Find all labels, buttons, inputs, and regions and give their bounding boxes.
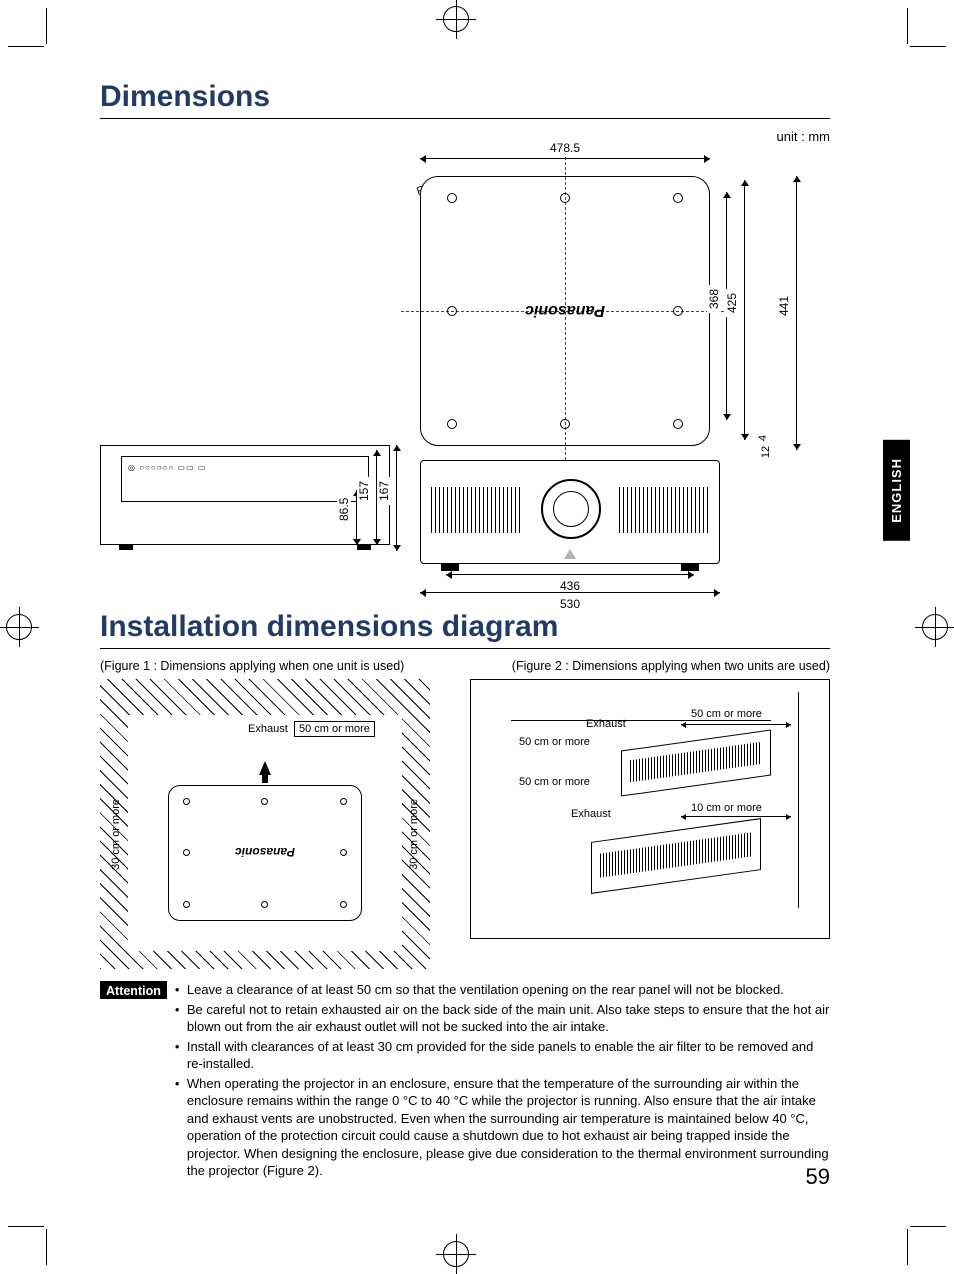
foot-icon <box>119 544 133 550</box>
attention-item: Leave a clearance of at least 50 cm so t… <box>175 981 830 999</box>
mount-hole-icon <box>673 193 683 203</box>
crop-mark <box>46 8 47 44</box>
page-number: 59 <box>806 1164 830 1190</box>
dimension-530: 530 <box>420 592 720 604</box>
arrow-up-icon <box>259 761 271 775</box>
page-content: Dimensions unit : mm 478.5 R30 Panasonic… <box>100 80 830 1182</box>
mount-hole-icon <box>261 901 268 908</box>
mount-hole-icon <box>183 849 190 856</box>
mount-hole-icon <box>673 419 683 429</box>
heading-installation: Installation dimensions diagram <box>100 610 830 649</box>
clearance-50-label: 50 cm or more <box>519 736 590 748</box>
crop-mark <box>907 8 908 44</box>
exhaust-label: Exhaust <box>571 808 611 820</box>
figure-captions: (Figure 1 : Dimensions applying when one… <box>100 659 830 673</box>
attention-list: Leave a clearance of at least 50 cm so t… <box>175 981 830 1182</box>
mount-hole-icon <box>673 306 683 316</box>
crop-mark <box>8 46 44 47</box>
registration-mark <box>443 1241 469 1267</box>
dimension-425: 425 <box>744 180 756 440</box>
dimension-value: 86.5 <box>337 493 351 524</box>
grille-icon <box>630 742 762 783</box>
dimension-12: 12 <box>760 446 772 458</box>
mount-hole-icon <box>340 901 347 908</box>
clearance-30-left: 30 cm or more <box>110 799 122 870</box>
crop-mark <box>910 46 946 47</box>
dimension-value: 157 <box>357 476 371 504</box>
projector-iso-lower <box>591 818 761 894</box>
exhaust-label: Exhaust <box>246 723 290 735</box>
rear-panel: ◎ ○○○○○○ ▭▭ ▭ <box>121 456 369 502</box>
grille-icon <box>431 487 521 533</box>
mount-hole-icon <box>340 849 347 856</box>
mount-hole-icon <box>183 798 190 805</box>
projector-top-icon: Panasonic <box>168 785 362 921</box>
top-view-diagram: Panasonic <box>420 176 710 446</box>
dimension-436: 436 <box>446 574 694 586</box>
clearance-area: Exhaust 50 cm or more Panasonic <box>128 715 402 951</box>
mount-hole-icon <box>447 193 457 203</box>
attention-item: Be careful not to retain exhausted air o… <box>175 1001 830 1036</box>
triangle-icon <box>564 549 576 559</box>
mount-hole-icon <box>447 419 457 429</box>
mount-hole-icon <box>340 798 347 805</box>
front-view-diagram <box>420 460 720 564</box>
heading-dimensions: Dimensions <box>100 80 830 119</box>
installation-diagrams: Exhaust 50 cm or more Panasonic 30 cm or… <box>100 679 830 969</box>
clearance-30-right: 30 cm or more <box>408 799 420 870</box>
dimension-value: 436 <box>556 579 584 593</box>
attention-block: Attention Leave a clearance of at least … <box>100 981 830 1182</box>
unit-label: unit : mm <box>100 129 830 144</box>
dimension-value: 530 <box>556 597 584 611</box>
mount-hole-icon <box>560 193 570 203</box>
clearance-50-label: 50 cm or more <box>294 721 375 737</box>
dimension-value: 425 <box>725 289 739 317</box>
clearance-50-label: 50 cm or more <box>519 776 590 788</box>
grille-icon <box>619 487 709 533</box>
dimension-4: 4 <box>757 435 769 441</box>
foot-icon <box>441 563 459 571</box>
figure-1: Exhaust 50 cm or more Panasonic 30 cm or… <box>100 679 430 969</box>
dimension-line <box>681 724 791 725</box>
exhaust-label: Exhaust <box>586 718 626 730</box>
dimension-value: 478.5 <box>546 141 584 155</box>
mount-hole-icon <box>183 901 190 908</box>
brand-logo: Panasonic <box>169 845 361 859</box>
mount-hole-icon <box>560 419 570 429</box>
enclosure-edge <box>511 720 771 721</box>
brand-logo: Panasonic <box>421 301 709 319</box>
mount-hole-icon <box>261 798 268 805</box>
fig1-caption: (Figure 1 : Dimensions applying when one… <box>100 659 404 673</box>
lens-icon <box>541 479 601 539</box>
dimension-line <box>681 816 791 817</box>
dimension-value: 368 <box>707 285 721 313</box>
dimension-167: 167 <box>396 445 408 551</box>
registration-mark <box>6 614 32 640</box>
attention-item: Install with clearances of at least 30 c… <box>175 1038 830 1073</box>
crop-mark <box>907 1229 908 1265</box>
registration-mark <box>443 6 469 32</box>
ports-icon: ◎ ○○○○○○ ▭▭ ▭ <box>128 463 206 472</box>
attention-badge: Attention <box>100 981 167 999</box>
clearance-10-label: 10 cm or more <box>691 802 762 814</box>
dimension-value: 441 <box>777 292 791 320</box>
foot-icon <box>681 563 699 571</box>
crop-mark <box>46 1229 47 1265</box>
mount-hole-icon <box>447 306 457 316</box>
dimension-value: 167 <box>377 477 391 505</box>
dimension-441: 441 <box>796 176 808 450</box>
clearance-50-label: 50 cm or more <box>691 708 762 720</box>
figure-2: Exhaust 50 cm or more 50 cm or more 50 c… <box>470 679 830 939</box>
registration-mark <box>922 614 948 640</box>
dimension-diagrams: 478.5 R30 Panasonic 368 425 441 4 12 <box>100 150 830 590</box>
fig2-caption: (Figure 2 : Dimensions applying when two… <box>512 659 830 673</box>
grille-icon <box>600 832 752 877</box>
crop-mark <box>8 1226 44 1227</box>
language-tab: ENGLISH <box>883 440 910 541</box>
enclosure-edge <box>798 692 799 908</box>
projector-iso-upper <box>621 729 771 796</box>
attention-item: When operating the projector in an enclo… <box>175 1075 830 1180</box>
crop-mark <box>910 1226 946 1227</box>
